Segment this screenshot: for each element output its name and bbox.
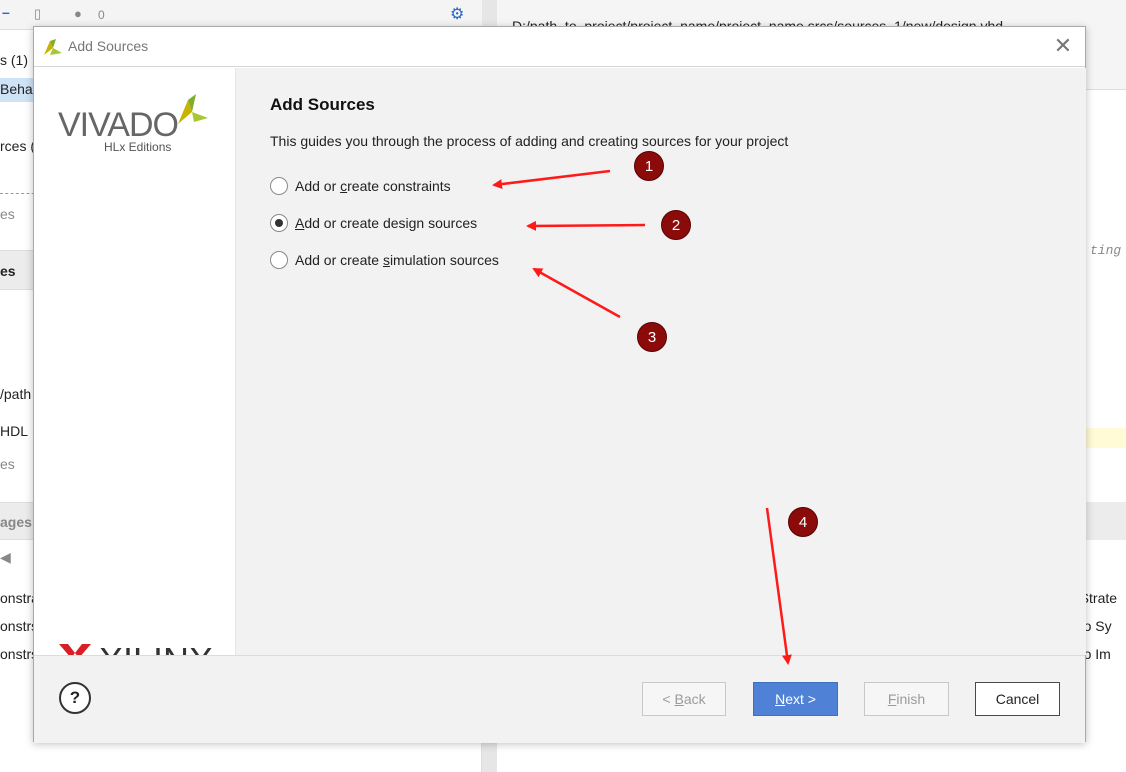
hlx-editions-text: HLx Editions <box>104 140 172 154</box>
step-marker-2: 2 <box>661 210 691 240</box>
page-description: This guides you through the process of a… <box>270 133 789 149</box>
ide-left-text: ages <box>0 514 32 530</box>
ide-left-text: s (1) <box>0 52 28 68</box>
ide-left-text: /path <box>0 386 32 402</box>
collapse-icon[interactable]: – <box>2 4 10 20</box>
editor-highlight-line <box>1086 428 1126 448</box>
ide-runs-header <box>1086 502 1126 540</box>
add-sources-dialog: Add Sources ✕ VIVADO HLx Editions XILINX… <box>33 26 1086 743</box>
step-marker-4: 4 <box>788 507 818 537</box>
help-button[interactable]: ? <box>59 682 91 714</box>
gear-icon[interactable]: ⚙ <box>450 4 464 24</box>
step-marker-3: 3 <box>637 322 667 352</box>
dialog-side-panel: VIVADO HLx Editions XILINX <box>34 68 235 681</box>
dialog-title: Add Sources <box>68 38 149 54</box>
vivado-leaf-icon <box>178 94 208 124</box>
status-dot-icon: ● <box>74 6 82 21</box>
ide-left-text: HDL <box>0 423 29 439</box>
radio-design-sources[interactable]: Add or create design sources <box>270 213 477 233</box>
step-marker-1: 1 <box>634 151 664 181</box>
radio-constraints[interactable]: Add or create constraints <box>270 176 451 196</box>
finish-button[interactable]: Finish <box>864 682 949 716</box>
dialog-footer: ? < Back Next > Finish Cancel <box>34 655 1085 743</box>
file-icon[interactable]: ▯ <box>34 6 41 22</box>
radio-simulation-sources[interactable]: Add or create simulation sources <box>270 250 499 270</box>
ide-left-text: es <box>0 456 15 472</box>
editor-code-fragment: ting <box>1090 243 1122 258</box>
ide-left-text[interactable]: rces ( <box>0 138 35 154</box>
vivado-app-icon <box>44 39 62 55</box>
dialog-titlebar[interactable]: Add Sources ✕ <box>34 27 1085 67</box>
vivado-logo: VIVADO HLx Editions <box>58 92 218 162</box>
radio-label-design-sources: Add or create design sources <box>295 215 478 231</box>
radio-button[interactable] <box>270 177 288 195</box>
cancel-button[interactable]: Cancel <box>975 682 1060 716</box>
toolbar-count: 0 <box>98 8 105 22</box>
radio-button[interactable] <box>270 251 288 269</box>
ide-left-text: es <box>0 206 15 222</box>
ide-left-text: es <box>0 263 16 279</box>
close-icon: ✕ <box>1053 33 1073 58</box>
back-button[interactable]: < Back <box>642 682 726 716</box>
radio-label-simulation-sources: Add or create simulation sources <box>295 252 499 268</box>
next-button[interactable]: Next > <box>753 682 838 716</box>
radio-button-selected[interactable] <box>270 214 288 232</box>
page-title: Add Sources <box>270 95 375 114</box>
radio-label-constraints: Add or create constraints <box>295 178 451 194</box>
close-button[interactable]: ✕ <box>1051 35 1075 59</box>
play-icon[interactable]: ◀ <box>0 549 11 566</box>
